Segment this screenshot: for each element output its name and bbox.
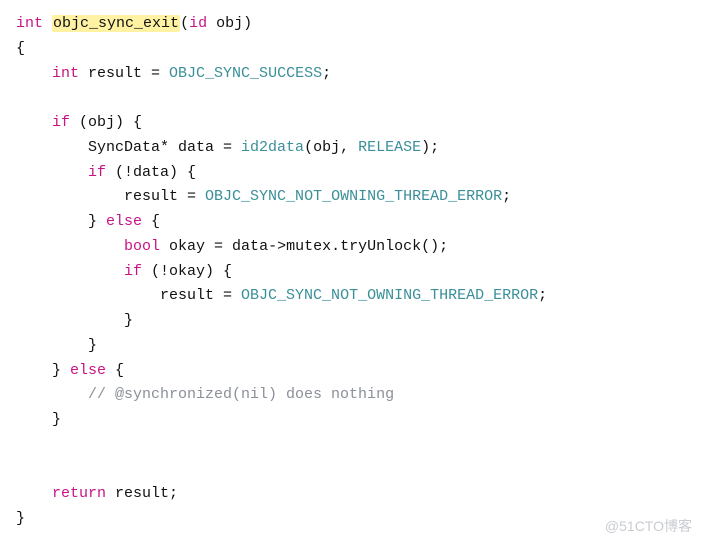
- text: }: [88, 213, 106, 230]
- code-line: if (!okay) {: [16, 263, 232, 280]
- keyword-id: id: [189, 15, 207, 32]
- code-line: int result = OBJC_SYNC_SUCCESS;: [16, 65, 331, 82]
- code-line: if (!data) {: [16, 164, 196, 181]
- keyword-else: else: [106, 213, 142, 230]
- indent: [16, 164, 88, 181]
- text: okay = data->mutex.tryUnlock();: [160, 238, 448, 255]
- indent: [16, 287, 160, 304]
- text: (!okay) {: [142, 263, 232, 280]
- indent: [16, 485, 52, 502]
- function-name-highlight: objc_sync_exit: [52, 15, 180, 32]
- code-line: } else {: [16, 362, 124, 379]
- text: obj): [207, 15, 252, 32]
- indent: [16, 65, 52, 82]
- constant: OBJC_SYNC_SUCCESS: [169, 65, 322, 82]
- indent: [16, 238, 124, 255]
- code-line: SyncData* data = id2data(obj, RELEASE);: [16, 139, 439, 156]
- keyword-int: int: [16, 15, 43, 32]
- text: ;: [322, 65, 331, 82]
- code-block: int objc_sync_exit(id obj) { int result …: [16, 12, 690, 532]
- function-call: id2data: [241, 139, 304, 156]
- comment: // @synchronized(nil) does nothing: [88, 386, 394, 403]
- keyword-else: else: [70, 362, 106, 379]
- constant: OBJC_SYNC_NOT_OWNING_THREAD_ERROR: [241, 287, 538, 304]
- code-line: }: [16, 411, 61, 428]
- keyword-int: int: [52, 65, 79, 82]
- code-line: int objc_sync_exit(id obj): [16, 15, 252, 32]
- indent: [16, 114, 52, 131]
- constant: OBJC_SYNC_NOT_OWNING_THREAD_ERROR: [205, 188, 502, 205]
- code-line: }: [16, 337, 97, 354]
- code-line: [16, 89, 52, 106]
- text: (obj,: [304, 139, 358, 156]
- indent: [16, 362, 52, 379]
- code-line: return result;: [16, 485, 178, 502]
- text: SyncData* data =: [88, 139, 241, 156]
- indent: [16, 263, 124, 280]
- code-line: }: [16, 510, 25, 527]
- text: {: [142, 213, 160, 230]
- text: result =: [79, 65, 169, 82]
- text: );: [421, 139, 439, 156]
- text: result =: [160, 287, 241, 304]
- text: result =: [124, 188, 205, 205]
- keyword-if: if: [124, 263, 142, 280]
- code-line: if (obj) {: [16, 114, 142, 131]
- text: ;: [502, 188, 511, 205]
- code-line: bool okay = data->mutex.tryUnlock();: [16, 238, 448, 255]
- indent: [16, 386, 88, 403]
- keyword-if: if: [52, 114, 70, 131]
- text: }: [52, 362, 70, 379]
- code-line: }: [16, 312, 133, 329]
- code-line: result = OBJC_SYNC_NOT_OWNING_THREAD_ERR…: [16, 287, 547, 304]
- indent: [16, 213, 88, 230]
- text: ;: [538, 287, 547, 304]
- indent: [16, 188, 124, 205]
- keyword-return: return: [52, 485, 106, 502]
- keyword-if: if: [88, 164, 106, 181]
- keyword-bool: bool: [124, 238, 160, 255]
- text: result;: [106, 485, 178, 502]
- code-line: {: [16, 40, 25, 57]
- text: (obj) {: [70, 114, 142, 131]
- code-line: // @synchronized(nil) does nothing: [16, 386, 394, 403]
- constant: RELEASE: [358, 139, 421, 156]
- text: (: [180, 15, 189, 32]
- indent: [16, 139, 88, 156]
- text: (!data) {: [106, 164, 196, 181]
- code-line: result = OBJC_SYNC_NOT_OWNING_THREAD_ERR…: [16, 188, 511, 205]
- text: {: [106, 362, 124, 379]
- code-line: } else {: [16, 213, 160, 230]
